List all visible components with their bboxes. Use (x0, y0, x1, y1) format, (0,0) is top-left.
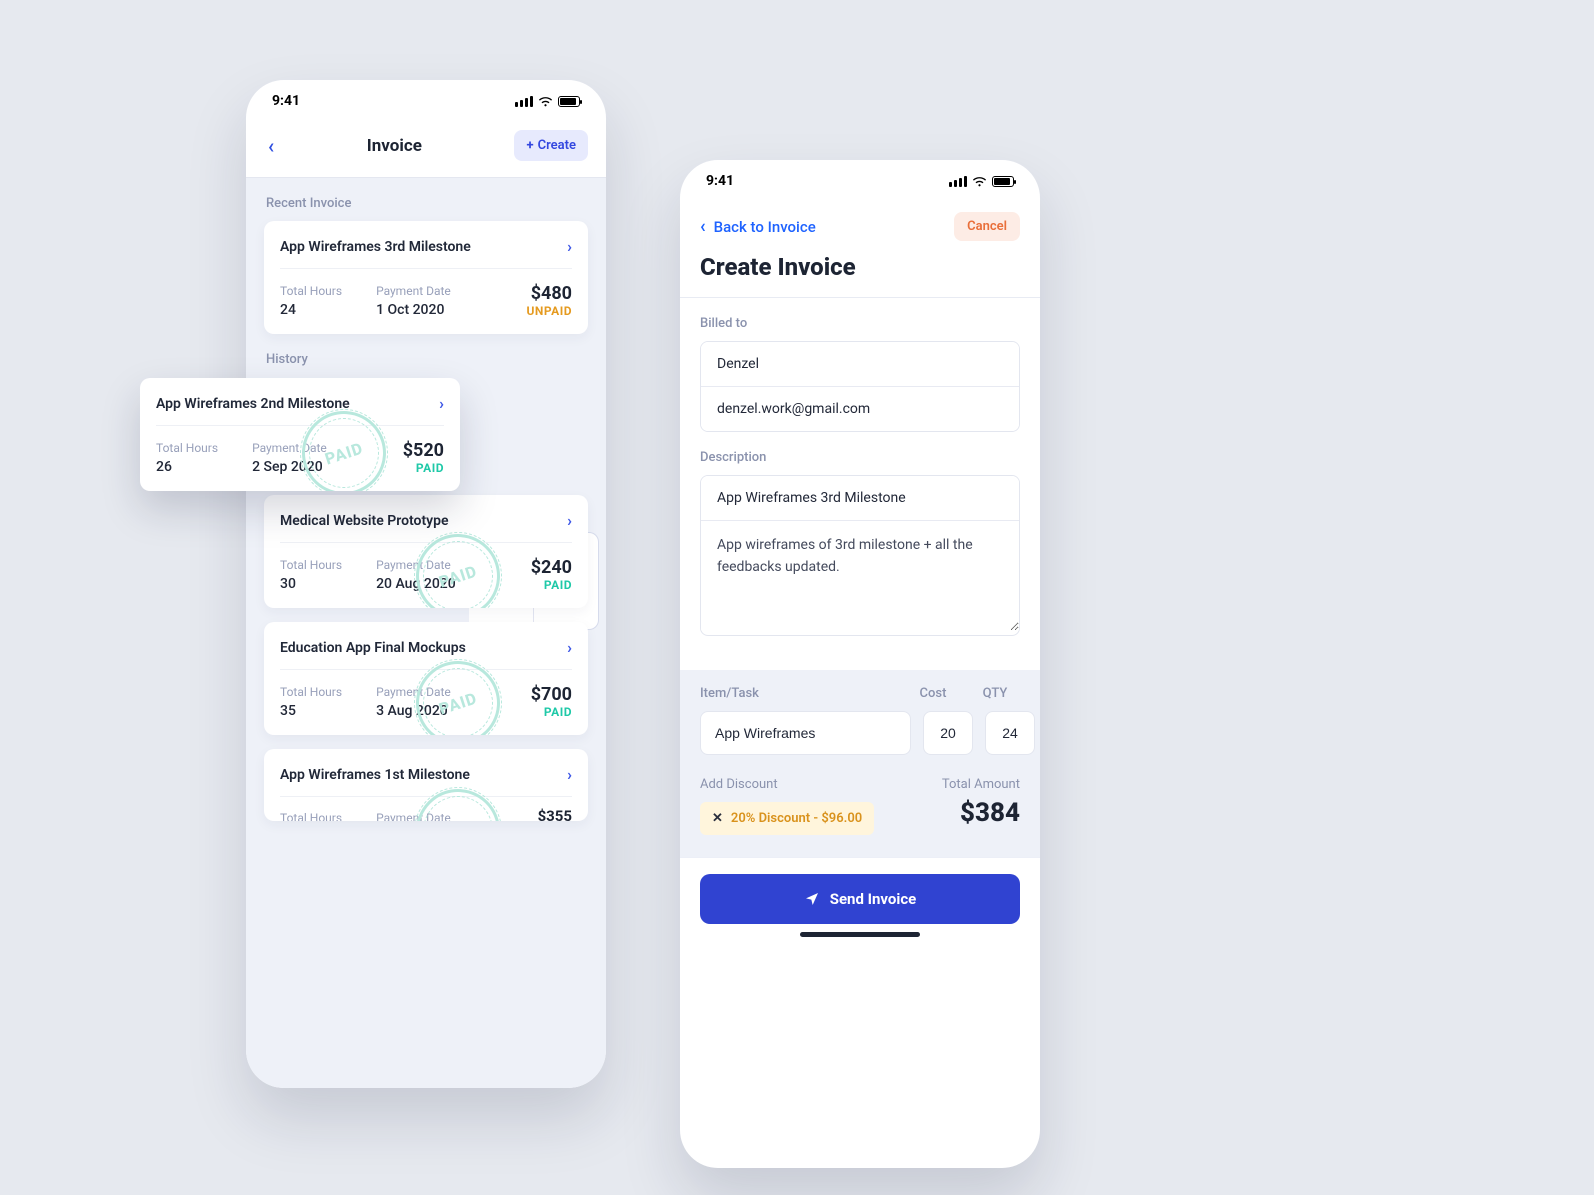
description-label: Description (700, 450, 1020, 465)
chevron-right-icon: › (567, 638, 572, 657)
status-badge: PAID (403, 461, 444, 475)
create-invoice-button[interactable]: + Create (514, 130, 588, 161)
add-discount-label: Add Discount (700, 777, 874, 792)
description-body-input[interactable] (701, 521, 1019, 631)
billed-email-input[interactable] (701, 387, 1019, 431)
total-amount-value: $384 (942, 798, 1020, 828)
description-title-input[interactable] (701, 476, 1019, 520)
cancel-button[interactable]: Cancel (954, 212, 1020, 241)
invoice-card-recent[interactable]: App Wireframes 3rd Milestone › Total Hou… (264, 221, 588, 334)
invoice-card[interactable]: App Wireframes 1st Milestone › Total Hou… (264, 749, 588, 821)
page-title: Invoice (367, 136, 422, 156)
chevron-right-icon: › (567, 765, 572, 784)
qty-column-label: QTY (970, 686, 1020, 701)
status-badge: PAID (531, 578, 572, 592)
battery-icon (558, 96, 580, 107)
page-title: Create Invoice (680, 249, 1040, 298)
back-button[interactable]: ‹ (268, 134, 274, 158)
chevron-right-icon: › (439, 394, 444, 413)
discount-chip[interactable]: ✕ 20% Discount - $96.00 (700, 802, 874, 835)
status-bar: 9:41 (680, 160, 1040, 196)
status-badge: PAID (531, 705, 572, 719)
chevron-right-icon: › (567, 237, 572, 256)
send-invoice-button[interactable]: Send Invoice (700, 874, 1020, 924)
status-time: 9:41 (706, 173, 734, 189)
cellular-icon (515, 96, 533, 107)
section-recent-label: Recent Invoice (266, 196, 586, 211)
invoice-card[interactable]: Education App Final Mockups › Total Hour… (264, 622, 588, 735)
wifi-icon (538, 96, 553, 107)
chevron-right-icon: › (567, 511, 572, 530)
invoice-amount: $480 (526, 283, 572, 304)
item-name-input[interactable] (700, 711, 911, 755)
section-history-label: History (266, 352, 586, 367)
item-qty-input[interactable] (985, 711, 1035, 755)
battery-icon (992, 176, 1014, 187)
item-cost-input[interactable] (923, 711, 973, 755)
item-column-label: Item/Task (700, 686, 896, 701)
status-badge: UNPAID (526, 304, 572, 318)
total-amount-label: Total Amount (942, 777, 1020, 792)
wifi-icon (972, 176, 987, 187)
remove-discount-icon[interactable]: ✕ (712, 811, 723, 826)
send-icon (804, 891, 820, 907)
chevron-left-icon: ‹ (700, 216, 706, 237)
back-to-invoice-link[interactable]: ‹ Back to Invoice (700, 216, 816, 237)
invoice-card[interactable]: Medical Website Prototype › Total Hours3… (264, 495, 588, 608)
status-bar: 9:41 (246, 80, 606, 116)
invoice-title: App Wireframes 3rd Milestone (280, 239, 471, 255)
cost-column-label: Cost (908, 686, 958, 701)
billed-name-input[interactable] (701, 342, 1019, 386)
invoice-card-swiped[interactable]: App Wireframes 2nd Milestone › Total Hou… (140, 378, 460, 491)
home-indicator (800, 932, 920, 937)
cellular-icon (949, 176, 967, 187)
status-time: 9:41 (272, 93, 300, 109)
plus-icon: + (526, 138, 533, 153)
billed-to-label: Billed to (700, 316, 1020, 331)
